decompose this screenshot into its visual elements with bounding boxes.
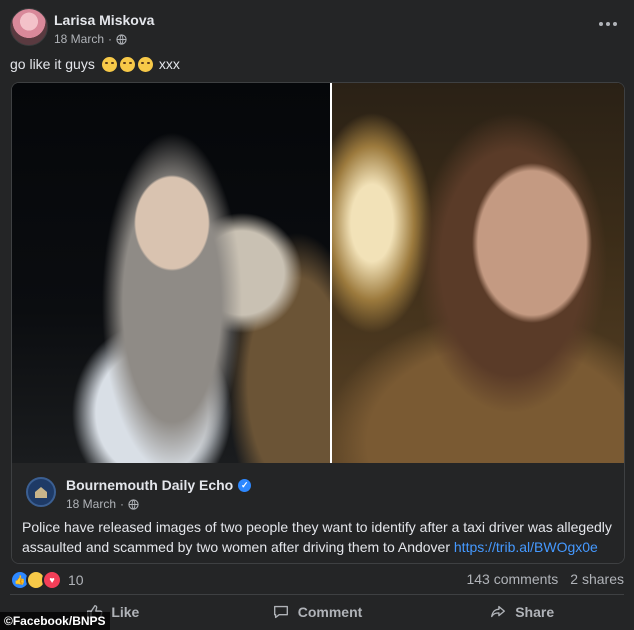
page-name[interactable]: Bournemouth Daily Echo ✓ [66,477,252,493]
share-label: Share [515,604,555,620]
reaction-count[interactable]: 10 [68,572,84,588]
share-arrow-icon [491,605,506,618]
shared-text: Police have released images of two peopl… [22,517,616,557]
globe-icon [116,33,127,45]
comment-label: Comment [297,604,363,620]
caption-text: go like it guys [10,56,95,72]
post-caption: go like it guys xxx [10,56,180,72]
globe-icon [128,498,139,510]
caption-tail: xxx [158,56,180,72]
shared-date[interactable]: 18 March [66,497,116,511]
share-button[interactable]: Share [419,598,624,626]
share-count[interactable]: 2 shares [570,571,624,587]
comment-bubble-icon [273,605,288,619]
post-header: Larisa Miskova 18 March · [10,8,624,52]
post-meta: 18 March · [54,32,127,46]
emoji-icon [119,56,135,72]
shared-link-card[interactable]: Bournemouth Daily Echo ✓ 18 March · Poli… [11,82,625,564]
photo-woman-glasses[interactable] [332,83,624,463]
shared-meta: 18 March · [66,497,139,511]
photo-woman-fur-coat[interactable] [12,83,330,463]
page-logo[interactable] [26,477,56,507]
emoji-icon [101,56,117,72]
page-name-text[interactable]: Bournemouth Daily Echo [66,477,233,493]
copyright-watermark: ©Facebook/BNPS [0,612,110,630]
post-date[interactable]: 18 March [54,32,104,46]
facebook-post-card: Larisa Miskova 18 March · go like it guy… [0,0,634,630]
like-label: Like [111,604,140,620]
link-info: Bournemouth Daily Echo ✓ 18 March · Poli… [12,463,624,563]
more-options-icon[interactable] [596,14,620,34]
emoji-icon [137,56,153,72]
comment-button[interactable]: Comment [215,598,420,626]
shared-url[interactable]: https://trib.al/BWOgx0e [454,539,598,555]
author-avatar[interactable] [10,8,48,46]
reaction-summary[interactable]: 👍 ♥ 10 [10,570,84,590]
shared-images[interactable] [12,83,624,463]
author-name[interactable]: Larisa Miskova [54,12,154,28]
engagement-counts: 143 comments 2 shares [466,571,624,587]
love-reaction-icon: ♥ [42,570,62,590]
divider [10,594,624,595]
verified-badge-icon: ✓ [238,478,252,492]
comment-count[interactable]: 143 comments [466,571,558,587]
